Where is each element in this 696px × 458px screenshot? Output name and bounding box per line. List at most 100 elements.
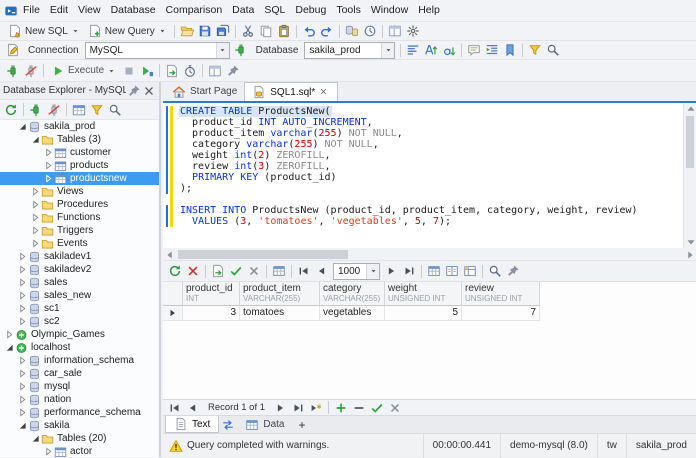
- disconnect-button[interactable]: [45, 101, 63, 118]
- connection-combobox[interactable]: MySQL: [85, 42, 230, 59]
- menu-edit[interactable]: Edit: [45, 0, 73, 21]
- tree-item-events[interactable]: Events: [0, 237, 159, 250]
- editor-line[interactable]: product_id INT AUTO_INCREMENT,: [163, 117, 682, 128]
- filter-button[interactable]: [526, 42, 544, 59]
- commit-check-button[interactable]: [368, 401, 386, 415]
- tree-item-functions[interactable]: Functions: [0, 211, 159, 224]
- menu-window[interactable]: Window: [366, 0, 413, 21]
- swap-views-button[interactable]: [219, 416, 237, 433]
- editor-horizontal-scrollbar[interactable]: [163, 248, 696, 261]
- menu-database[interactable]: Database: [106, 0, 161, 21]
- lowercase-button[interactable]: [440, 42, 458, 59]
- collapsed-arrow-icon[interactable]: [17, 408, 27, 418]
- editor-line[interactable]: [163, 194, 682, 205]
- horizontal-scrollbar-thumb[interactable]: [178, 250, 348, 259]
- table-button[interactable]: [70, 101, 88, 118]
- indent-button[interactable]: [483, 42, 501, 59]
- stop-button[interactable]: [120, 62, 138, 79]
- document-tab-start-page[interactable]: Start Page: [165, 82, 244, 101]
- collapsed-arrow-icon[interactable]: [17, 304, 27, 314]
- column-header-review[interactable]: reviewUNSIGNED INT: [462, 282, 540, 306]
- nav-next-button[interactable]: [382, 263, 400, 280]
- tree-item-actor[interactable]: actor: [0, 445, 159, 457]
- tab-close-icon[interactable]: [319, 87, 330, 98]
- pin-panel-button[interactable]: [126, 83, 141, 98]
- editor-line[interactable]: category varchar(255) NOT NULL,: [163, 139, 682, 150]
- database-combobox[interactable]: sakila_prod: [304, 42, 395, 59]
- tree-item-sakila[interactable]: sakila: [0, 419, 159, 432]
- collapsed-arrow-icon[interactable]: [43, 148, 53, 158]
- nav-last-button[interactable]: [400, 263, 418, 280]
- collapsed-arrow-icon[interactable]: [4, 330, 14, 340]
- collapsed-arrow-icon[interactable]: [17, 291, 27, 301]
- scroll-down-button[interactable]: [684, 236, 696, 248]
- menu-help[interactable]: Help: [413, 0, 445, 21]
- tree-item-localhost[interactable]: localhost: [0, 341, 159, 354]
- grid-cell[interactable]: 7: [462, 306, 540, 321]
- menu-file[interactable]: File: [18, 0, 45, 21]
- menu-data[interactable]: Data: [227, 0, 259, 21]
- pin-button[interactable]: [504, 263, 522, 280]
- uppercase-button[interactable]: [422, 42, 440, 59]
- connect-button[interactable]: [27, 101, 45, 118]
- save-all-button[interactable]: [214, 23, 232, 40]
- tree-item-views[interactable]: Views: [0, 185, 159, 198]
- export-button[interactable]: [163, 62, 181, 79]
- menu-debug[interactable]: Debug: [290, 0, 331, 21]
- collapsed-arrow-icon[interactable]: [17, 382, 27, 392]
- data-compare-button[interactable]: [343, 23, 361, 40]
- paste-button[interactable]: [275, 23, 293, 40]
- collapsed-arrow-icon[interactable]: [17, 265, 27, 275]
- view-card-button[interactable]: [443, 263, 461, 280]
- execute-button[interactable]: Execute: [47, 62, 120, 79]
- expanded-arrow-icon[interactable]: [30, 434, 40, 444]
- editor-line[interactable]: INSERT INTO ProductsNew (product_id, pro…: [163, 205, 682, 216]
- collapsed-arrow-icon[interactable]: [17, 395, 27, 405]
- collapsed-arrow-icon[interactable]: [17, 252, 27, 262]
- search-button[interactable]: [486, 263, 504, 280]
- tree-item-tables-20[interactable]: Tables (20): [0, 432, 159, 445]
- pin-button[interactable]: [224, 62, 242, 79]
- nav-prev-button[interactable]: [313, 263, 331, 280]
- edit-doc-button[interactable]: [4, 42, 22, 59]
- cut-button[interactable]: [239, 23, 257, 40]
- grid-cell[interactable]: 3: [183, 306, 240, 321]
- tree-item-sakila-prod[interactable]: sakila_prod: [0, 120, 159, 133]
- add-view-button[interactable]: +: [292, 416, 311, 433]
- editor-line[interactable]: weight int(2) ZEROFILL,: [163, 150, 682, 161]
- expanded-arrow-icon[interactable]: [30, 135, 40, 145]
- page-size-caret[interactable]: [366, 264, 379, 279]
- collapsed-arrow-icon[interactable]: [43, 447, 53, 457]
- grid-row[interactable]: 3tomatoesvegetables57: [163, 306, 696, 321]
- nav-last-button[interactable]: [289, 401, 307, 415]
- collapsed-arrow-icon[interactable]: [17, 369, 27, 379]
- tree-item-mysql[interactable]: mysql: [0, 380, 159, 393]
- search-button[interactable]: [544, 42, 562, 59]
- expanded-arrow-icon[interactable]: [17, 122, 27, 132]
- save-button[interactable]: [196, 23, 214, 40]
- tree-item-nation[interactable]: nation: [0, 393, 159, 406]
- plus-button[interactable]: [332, 401, 350, 415]
- tree-item-products[interactable]: products: [0, 159, 159, 172]
- editor-line[interactable]: );: [163, 183, 682, 194]
- undo-button[interactable]: [300, 23, 318, 40]
- collapsed-arrow-icon[interactable]: [30, 226, 40, 236]
- stopwatch-button[interactable]: [181, 62, 199, 79]
- tree-item-sc1[interactable]: sc1: [0, 302, 159, 315]
- editor-line[interactable]: review int(3) ZEROFILL,: [163, 161, 682, 172]
- scroll-right-button[interactable]: [683, 248, 696, 261]
- tree-item-sales-new[interactable]: sales_new: [0, 289, 159, 302]
- column-header-product-item[interactable]: product_itemVARCHAR(255): [240, 282, 320, 306]
- expanded-arrow-icon[interactable]: [17, 421, 27, 431]
- menu-tools[interactable]: Tools: [331, 0, 366, 21]
- column-header-product-id[interactable]: product_idINT: [183, 282, 240, 306]
- document-tab-sql1-sql[interactable]: SQL1.sql*: [244, 82, 338, 101]
- comment-button[interactable]: [465, 42, 483, 59]
- editor-line[interactable]: CREATE TABLE ProductsNew(: [163, 106, 682, 117]
- format-sql-button[interactable]: [404, 42, 422, 59]
- tree-item-tables-3[interactable]: Tables (3): [0, 133, 159, 146]
- refresh-button[interactable]: [2, 101, 20, 118]
- commit-check-button[interactable]: [227, 263, 245, 280]
- database-combo-caret[interactable]: [381, 43, 394, 58]
- tree-item-triggers[interactable]: Triggers: [0, 224, 159, 237]
